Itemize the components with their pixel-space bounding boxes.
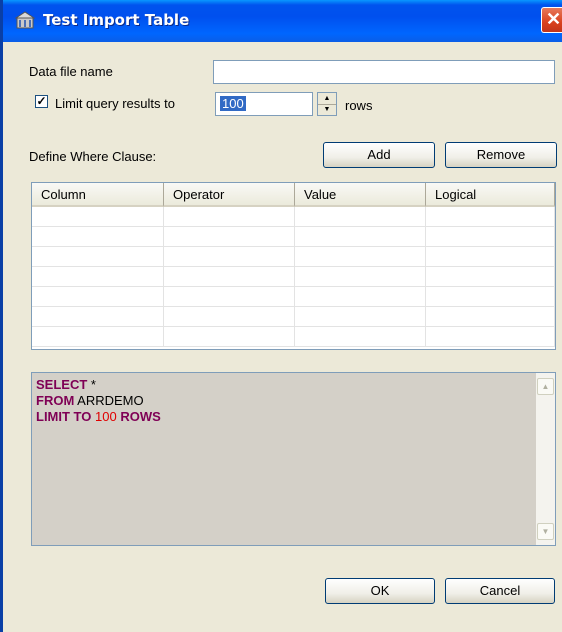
close-button[interactable]: ✕ xyxy=(541,7,562,33)
limit-checkbox[interactable]: ✓ xyxy=(35,95,48,108)
column-header-column[interactable]: Column xyxy=(32,183,164,207)
sql-scrollbar[interactable]: ▲ ▼ xyxy=(536,373,555,545)
table-row[interactable] xyxy=(32,307,555,327)
spin-down-button[interactable]: ▼ xyxy=(318,104,336,115)
triangle-up-icon: ▲ xyxy=(323,95,331,102)
data-file-label: Data file name xyxy=(29,64,113,79)
sql-line: SELECT * xyxy=(36,377,96,392)
limit-rows-input[interactable]: 100 xyxy=(215,92,313,116)
data-file-input[interactable] xyxy=(213,60,555,84)
remove-button[interactable]: Remove xyxy=(445,142,557,168)
building-icon xyxy=(15,11,35,29)
limit-rows-value: 100 xyxy=(220,96,246,111)
table-header: Column Operator Value Logical xyxy=(32,183,555,207)
cancel-button[interactable]: Cancel xyxy=(445,578,555,604)
scroll-down-button[interactable]: ▼ xyxy=(537,523,554,540)
sql-text: SELECT * FROM ARRDEMO LIMIT TO 100 ROWS xyxy=(36,377,161,425)
ok-button[interactable]: OK xyxy=(325,578,435,604)
column-header-value[interactable]: Value xyxy=(295,183,426,207)
checkmark-icon: ✓ xyxy=(36,94,47,108)
table-row[interactable] xyxy=(32,247,555,267)
column-header-logical[interactable]: Logical xyxy=(426,183,555,207)
sql-line: FROM ARRDEMO xyxy=(36,393,144,408)
dialog-window: Test Import Table ✕ Data file name ✓ Lim… xyxy=(0,0,562,632)
table-row[interactable] xyxy=(32,267,555,287)
add-button[interactable]: Add xyxy=(323,142,435,168)
chevron-up-icon: ▲ xyxy=(541,382,550,391)
table-row[interactable] xyxy=(32,227,555,247)
close-icon: ✕ xyxy=(545,9,562,29)
where-clause-label: Define Where Clause: xyxy=(29,149,157,164)
sql-line: LIMIT TO 100 ROWS xyxy=(36,409,161,424)
table-row[interactable] xyxy=(32,327,555,347)
triangle-down-icon: ▼ xyxy=(323,106,331,113)
window-title: Test Import Table xyxy=(43,11,190,29)
rows-label: rows xyxy=(345,98,373,113)
table-row[interactable] xyxy=(32,207,555,227)
table-row[interactable] xyxy=(32,287,555,307)
chevron-down-icon: ▼ xyxy=(541,527,550,536)
scroll-up-button[interactable]: ▲ xyxy=(537,378,554,395)
where-clause-table[interactable]: Column Operator Value Logical xyxy=(31,182,556,350)
column-header-operator[interactable]: Operator xyxy=(164,183,295,207)
title-bar[interactable]: Test Import Table ✕ xyxy=(3,0,562,42)
limit-rows-spinner: ▲ ▼ xyxy=(317,92,337,116)
sql-preview[interactable]: SELECT * FROM ARRDEMO LIMIT TO 100 ROWS … xyxy=(31,372,556,546)
limit-label: Limit query results to xyxy=(55,96,175,111)
